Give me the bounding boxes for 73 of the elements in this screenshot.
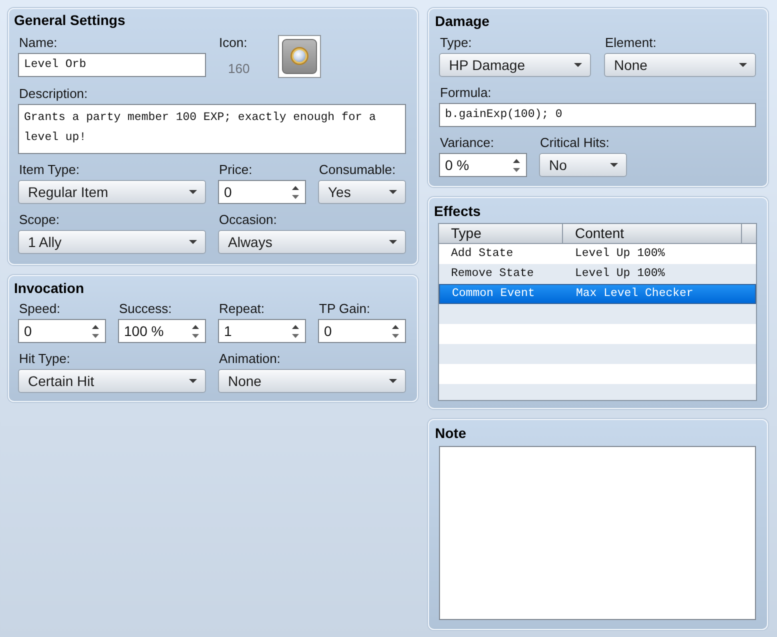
table-cell-text: Max Level Checker — [575, 286, 694, 302]
consumable-dropdown[interactable]: Yes — [318, 180, 406, 204]
field-label: Speed: — [18, 301, 60, 317]
occasion-dropdown[interactable]: Always — [218, 230, 406, 254]
caret-icon — [389, 190, 397, 194]
variance-field[interactable]: 0 % — [439, 153, 527, 177]
field-label: Element: — [604, 35, 656, 51]
caret-icon — [389, 379, 397, 383]
section-title: Invocation — [14, 280, 84, 296]
field-label: Description: — [18, 86, 88, 102]
speed-field[interactable]: 0 — [18, 319, 106, 343]
scope-dropdown[interactable]: 1 Ally — [18, 230, 206, 254]
table-cell-text: Level Up 100% — [574, 246, 665, 262]
table-cell-text: Add State — [450, 246, 514, 262]
field-label: Formula: — [439, 85, 492, 101]
repeat-field[interactable]: 1 — [218, 319, 306, 343]
field-label: Hit Type: — [18, 351, 70, 367]
column-header[interactable]: Content — [563, 224, 742, 243]
caret-icon — [389, 240, 397, 244]
field-label: Success: — [118, 301, 172, 317]
spin-arrows-icon — [292, 186, 299, 198]
table-cell-text: Common Event — [451, 286, 536, 302]
name-field[interactable]: Level Orb — [18, 53, 206, 77]
table-cell-text: Remove State — [450, 266, 535, 282]
critical-hits-dropdown[interactable]: No — [539, 153, 627, 177]
table-cell-text: Level Up 100% — [574, 266, 665, 282]
success-field[interactable]: 100 % — [118, 319, 206, 343]
field-label: Consumable: — [318, 162, 396, 178]
effect-row[interactable]: Remove State Level Up 100% — [439, 264, 756, 284]
section-title: Note — [435, 425, 466, 441]
spin-arrows-icon — [192, 324, 199, 338]
element-dropdown[interactable]: None — [604, 53, 756, 77]
field-label: Item Type: — [18, 162, 80, 178]
field-label: Scope: — [18, 212, 60, 228]
icon-index: 160 — [228, 61, 250, 77]
field-label: Critical Hits: — [539, 135, 610, 151]
field-label: Animation: — [218, 351, 280, 367]
field-label: Occasion: — [218, 212, 277, 228]
column-header[interactable]: Type — [439, 224, 563, 243]
section-title: General Settings — [14, 12, 126, 28]
icon-picker-button[interactable] — [278, 35, 321, 78]
spin-arrows-icon — [513, 158, 520, 172]
field-label: Type: — [439, 35, 472, 51]
caret-icon — [610, 163, 618, 167]
spin-arrows-icon — [92, 324, 99, 338]
caret-icon — [189, 240, 197, 244]
caret-icon — [189, 190, 197, 194]
spin-arrows-icon — [292, 324, 299, 338]
orb-icon — [282, 39, 317, 74]
spin-arrows-icon — [392, 324, 399, 338]
caret-icon — [574, 63, 582, 67]
section-title: Effects — [434, 203, 481, 219]
description-field[interactable]: Grants a party member 100 EXP; exactly enough for a level up! — [18, 104, 406, 154]
field-label: Repeat: — [218, 301, 265, 317]
item-type-dropdown[interactable]: Regular Item — [18, 180, 206, 204]
section-title: Damage — [435, 13, 490, 29]
header-filler — [742, 224, 756, 243]
animation-dropdown[interactable]: None — [218, 369, 406, 393]
field-label: Icon: — [218, 35, 248, 51]
effect-row[interactable]: Add State Level Up 100% — [439, 244, 756, 264]
field-label: Name: — [18, 35, 58, 51]
caret-icon — [739, 63, 747, 67]
tp-gain-field[interactable]: 0 — [318, 319, 406, 343]
field-label: Variance: — [439, 135, 494, 151]
note-field[interactable] — [439, 446, 756, 620]
hit-type-dropdown[interactable]: Certain Hit — [18, 369, 206, 393]
caret-icon — [189, 379, 197, 383]
field-label: TP Gain: — [318, 301, 370, 317]
damage-type-dropdown[interactable]: HP Damage — [439, 53, 591, 77]
formula-field[interactable]: b.gainExp(100); 0 — [439, 103, 756, 127]
effect-row[interactable]: Common Event Max Level Checker — [439, 284, 756, 304]
field-label: Price: — [218, 162, 252, 178]
price-field[interactable]: 0 — [218, 180, 306, 204]
